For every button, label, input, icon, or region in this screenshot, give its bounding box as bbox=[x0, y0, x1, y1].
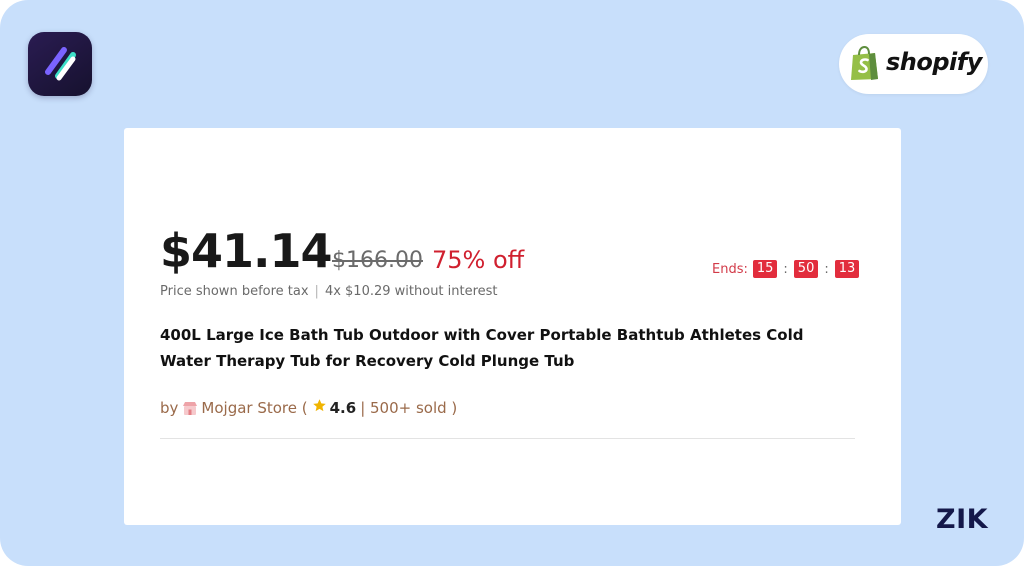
shopify-wordmark: shopify bbox=[886, 48, 982, 76]
countdown-seconds: 13 bbox=[834, 260, 860, 278]
sold-count: | 500+ sold ) bbox=[360, 398, 458, 417]
countdown-hours: 15 bbox=[752, 260, 778, 278]
countdown-separator: : bbox=[824, 261, 829, 277]
app-logo-icon bbox=[28, 32, 92, 96]
countdown-separator: : bbox=[783, 261, 788, 277]
installment-note: 4x $10.29 without interest bbox=[324, 284, 498, 299]
shopify-bag-icon bbox=[849, 45, 881, 86]
seller-line: by Mojgar Store ( 4.6 | 500+ sold ) bbox=[160, 398, 457, 417]
countdown-minutes: 50 bbox=[793, 260, 819, 278]
rating-value: 4.6 bbox=[329, 398, 357, 417]
product-card: $41.14 $166.00 75% off Price shown befor… bbox=[124, 128, 901, 525]
tax-note-line: Price shown before tax | 4x $10.29 without… bbox=[160, 284, 498, 299]
original-price: $166.00 bbox=[332, 248, 423, 273]
countdown-timer: Ends: 15 : 50 : 13 bbox=[712, 260, 860, 278]
discount-label: 75% off bbox=[432, 246, 525, 274]
star-icon bbox=[312, 398, 327, 417]
shopify-badge: shopify bbox=[839, 34, 988, 94]
tax-separator: | bbox=[314, 284, 319, 299]
current-price: $41.14 bbox=[160, 224, 333, 278]
product-title: 400L Large Ice Bath Tub Outdoor with Cov… bbox=[160, 326, 804, 370]
zik-logo: ZIK bbox=[936, 504, 989, 535]
store-name-link[interactable]: Mojgar Store ( bbox=[201, 399, 307, 417]
seller-prefix: by bbox=[160, 398, 179, 417]
promo-canvas: shopify $41.14 $166.00 75% off Price sho… bbox=[0, 0, 1024, 566]
countdown-label: Ends: bbox=[712, 261, 748, 277]
tax-note: Price shown before tax bbox=[160, 284, 309, 299]
divider bbox=[160, 438, 855, 439]
store-icon bbox=[181, 399, 199, 417]
